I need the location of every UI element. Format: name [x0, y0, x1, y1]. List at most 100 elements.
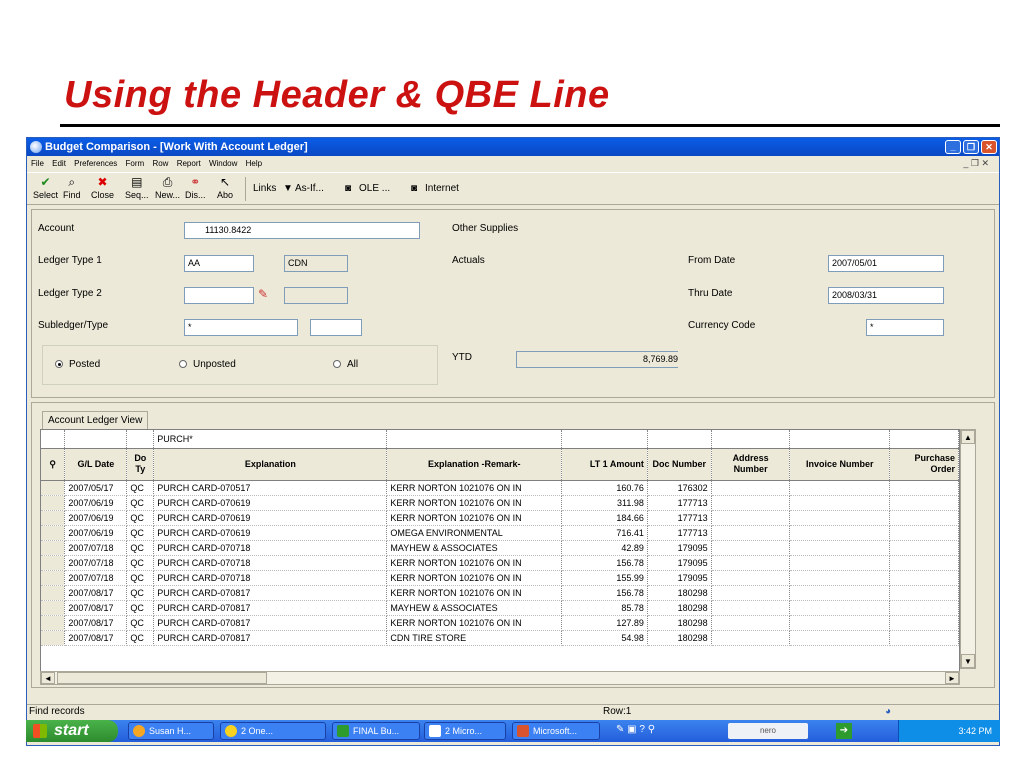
cell-doc-number[interactable]: 179095 [647, 540, 712, 556]
all-radio[interactable]: All [333, 359, 358, 370]
cell-address-number[interactable] [711, 510, 791, 526]
qbe-amount[interactable] [561, 430, 648, 449]
row-selector-header[interactable]: ⚲ [41, 448, 66, 481]
cell-amount[interactable]: 716.41 [561, 525, 648, 541]
cell-address-number[interactable] [711, 630, 791, 646]
cell-doc-number[interactable]: 177713 [647, 525, 712, 541]
cell-amount[interactable]: 127.89 [561, 615, 648, 631]
cell-explanation[interactable]: PURCH CARD-070817 [153, 630, 388, 646]
cell-address-number[interactable] [711, 480, 791, 496]
cell-address-number[interactable] [711, 570, 791, 586]
cell-doc-type[interactable]: QC [126, 510, 155, 526]
qbe-remark[interactable] [386, 430, 563, 449]
cell-address-number[interactable] [711, 555, 791, 571]
cell-gl-date[interactable]: 2007/07/18 [64, 555, 128, 571]
cell-invoice-number[interactable] [789, 630, 891, 646]
column-invoice-number[interactable]: Invoice Number [789, 448, 891, 481]
table-row[interactable]: 2007/08/17 QC PURCH CARD-070817 KERR NORTON… [41, 615, 959, 631]
cell-invoice-number[interactable] [789, 600, 891, 616]
cell-remark[interactable]: OMEGA ENVIRONMENTAL [386, 525, 563, 541]
cell-purchase-order[interactable] [889, 480, 959, 496]
vertical-scrollbar[interactable]: ▲ ▼ [960, 429, 976, 669]
menu-form[interactable]: Form [126, 159, 145, 168]
cell-remark[interactable]: KERR NORTON 1021076 ON IN [386, 555, 563, 571]
cell-invoice-number[interactable] [789, 570, 891, 586]
cell-explanation[interactable]: PURCH CARD-070517 [153, 480, 388, 496]
horizontal-scrollbar[interactable]: ◄ ► [40, 671, 960, 685]
cell-purchase-order[interactable] [889, 630, 959, 646]
table-row[interactable]: 2007/07/18 QC PURCH CARD-070718 KERR NORTON… [41, 570, 959, 586]
cell-explanation[interactable]: PURCH CARD-070817 [153, 585, 388, 601]
cell-doc-number[interactable]: 180298 [647, 615, 712, 631]
cell-gl-date[interactable]: 2007/08/17 [64, 615, 128, 631]
cell-invoice-number[interactable] [789, 525, 891, 541]
column-address-number[interactable]: Address Number [711, 448, 791, 481]
new-button[interactable]: ⎙ New... [155, 175, 180, 201]
cell-remark[interactable]: CDN TIRE STORE [386, 630, 563, 646]
column-doc-number[interactable]: Doc Number [647, 448, 712, 481]
cell-gl-date[interactable]: 2007/06/19 [64, 525, 128, 541]
cell-explanation[interactable]: PURCH CARD-070619 [153, 525, 388, 541]
cell-explanation[interactable]: PURCH CARD-070718 [153, 570, 388, 586]
cell-remark[interactable]: MAYHEW & ASSOCIATES [386, 600, 563, 616]
cell-doc-number[interactable]: 179095 [647, 555, 712, 571]
column-gl-date[interactable]: G/L Date [64, 448, 128, 481]
cell-invoice-number[interactable] [789, 585, 891, 601]
cell-gl-date[interactable]: 2007/08/17 [64, 630, 128, 646]
row-selector[interactable] [41, 615, 66, 631]
menu-row[interactable]: Row [152, 159, 168, 168]
row-selector[interactable] [41, 540, 66, 556]
column-remark[interactable]: Explanation -Remark- [386, 448, 563, 481]
account-field[interactable]: 11130.8422 [184, 222, 420, 239]
menu-file[interactable]: File [31, 159, 44, 168]
cell-doc-type[interactable]: QC [126, 555, 155, 571]
cell-invoice-number[interactable] [789, 510, 891, 526]
cell-remark[interactable]: KERR NORTON 1021076 ON IN [386, 480, 563, 496]
cell-explanation[interactable]: PURCH CARD-070817 [153, 600, 388, 616]
cell-gl-date[interactable]: 2007/06/19 [64, 495, 128, 511]
cell-amount[interactable]: 42.89 [561, 540, 648, 556]
table-row[interactable]: 2007/07/18 QC PURCH CARD-070718 KERR NORTON… [41, 555, 959, 571]
cell-amount[interactable]: 160.76 [561, 480, 648, 496]
select-button[interactable]: ✔ Select [33, 175, 58, 201]
cell-doc-type[interactable]: QC [126, 615, 155, 631]
cell-purchase-order[interactable] [889, 585, 959, 601]
cell-explanation[interactable]: PURCH CARD-070619 [153, 510, 388, 526]
cell-explanation[interactable]: PURCH CARD-070817 [153, 615, 388, 631]
cell-invoice-number[interactable] [789, 555, 891, 571]
minimize-button[interactable]: _ [945, 140, 961, 154]
arrow-icon[interactable]: ➔ [836, 723, 852, 739]
column-lt1-amount[interactable]: LT 1 Amount [561, 448, 648, 481]
currency-code-field[interactable]: * [866, 319, 944, 336]
cell-address-number[interactable] [711, 600, 791, 616]
column-purchase-order[interactable]: Purchase Order [889, 448, 959, 481]
qbe-invoice-number[interactable] [789, 430, 891, 449]
cell-amount[interactable]: 54.98 [561, 630, 648, 646]
cell-gl-date[interactable]: 2007/06/19 [64, 510, 128, 526]
scroll-thumb[interactable] [57, 672, 267, 684]
cell-doc-number[interactable]: 180298 [647, 585, 712, 601]
table-row[interactable]: 2007/08/17 QC PURCH CARD-070817 MAYHEW & AS… [41, 600, 959, 616]
unposted-radio[interactable]: Unposted [179, 359, 236, 370]
tab-account-ledger-view[interactable]: Account Ledger View [42, 411, 149, 429]
cell-gl-date[interactable]: 2007/07/18 [64, 570, 128, 586]
abo-button[interactable]: ↖ Abo [217, 175, 233, 201]
menu-help[interactable]: Help [246, 159, 262, 168]
task-final[interactable]: FINAL Bu... [332, 722, 420, 740]
clock[interactable]: 3:42 PM [958, 726, 992, 736]
qbe-explanation[interactable]: PURCH* [153, 430, 388, 449]
scroll-right-arrow[interactable]: ► [945, 672, 959, 684]
cell-remark[interactable]: KERR NORTON 1021076 ON IN [386, 510, 563, 526]
qbe-purchase-order[interactable] [889, 430, 959, 449]
cell-explanation[interactable]: PURCH CARD-070619 [153, 495, 388, 511]
cell-remark[interactable]: KERR NORTON 1021076 ON IN [386, 615, 563, 631]
cell-address-number[interactable] [711, 540, 791, 556]
subledger-type-field[interactable] [310, 319, 362, 336]
cell-remark[interactable]: MAYHEW & ASSOCIATES [386, 540, 563, 556]
cell-doc-type[interactable]: QC [126, 525, 155, 541]
cell-doc-type[interactable]: QC [126, 600, 155, 616]
posted-radio[interactable]: Posted [55, 359, 100, 370]
cell-doc-number[interactable]: 179095 [647, 570, 712, 586]
task-microsoft[interactable]: Microsoft... [512, 722, 600, 740]
from-date-field[interactable]: 2007/05/01 [828, 255, 944, 272]
